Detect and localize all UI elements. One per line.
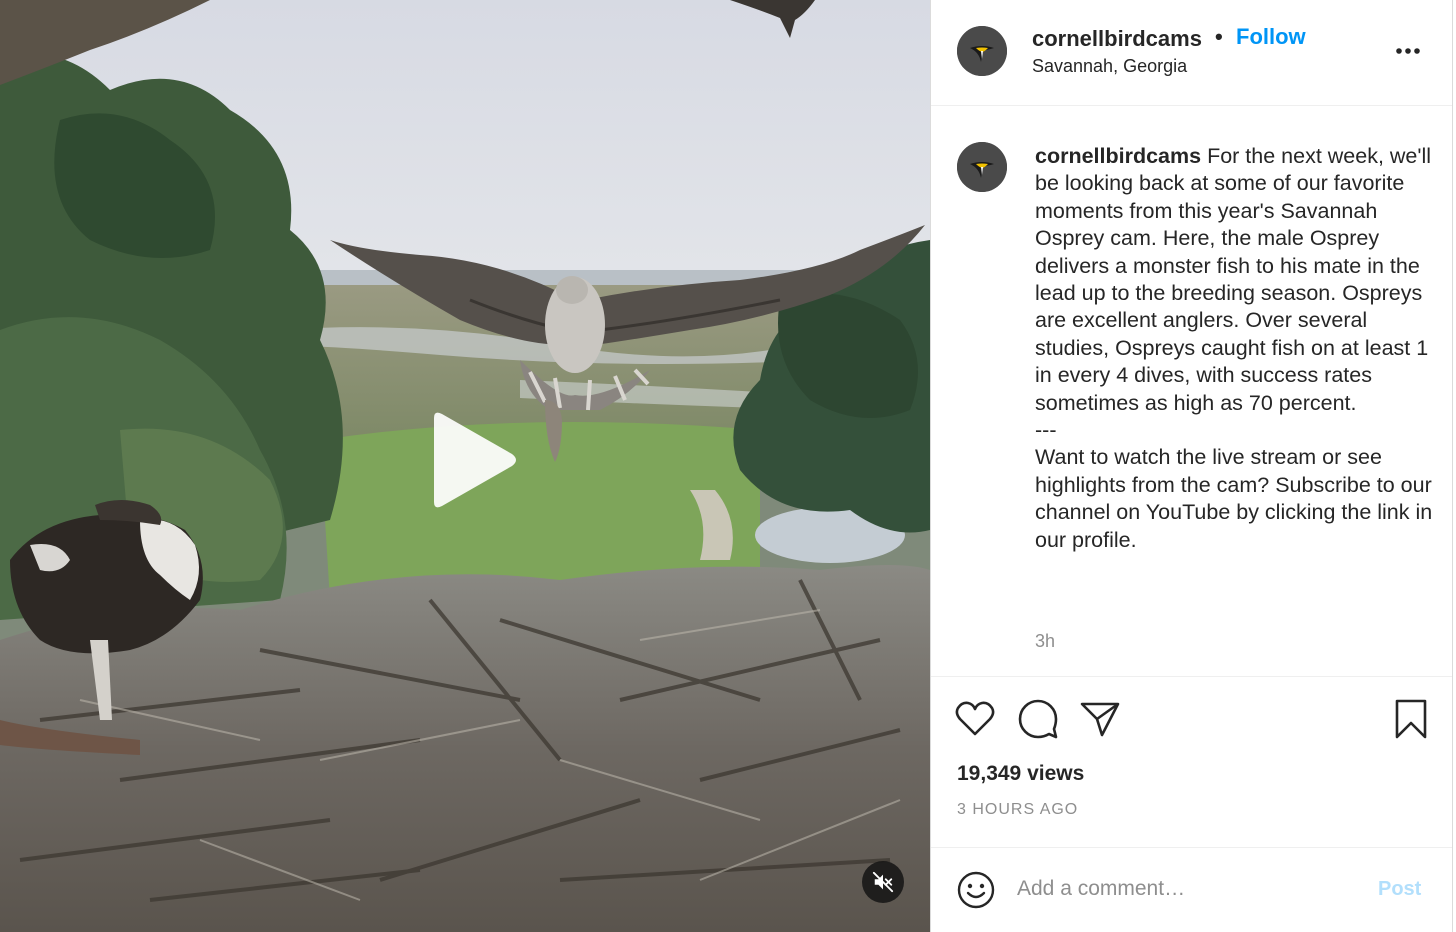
post-side-panel: cornellbirdcams • Follow Savannah, Georg… — [930, 0, 1453, 932]
action-bar — [931, 676, 1452, 756]
share-button[interactable] — [1078, 697, 1122, 741]
caption-username-link[interactable]: cornellbirdcams — [1035, 144, 1201, 168]
post-timestamp[interactable]: 3 HOURS AGO — [957, 801, 1078, 819]
view-count[interactable]: 19,349 views — [957, 762, 1084, 786]
paper-plane-icon — [1080, 702, 1120, 737]
comment-input[interactable] — [1017, 870, 1357, 908]
caption-text: cornellbirdcams For the next week, we'll… — [1035, 143, 1435, 554]
bookmark-icon — [1395, 699, 1427, 739]
header-username-link[interactable]: cornellbirdcams — [1032, 26, 1202, 52]
muted-speaker-icon — [872, 871, 894, 893]
heart-icon — [955, 701, 995, 736]
cornell-lab-logo-icon — [957, 142, 1007, 192]
emoji-button[interactable] — [955, 869, 997, 911]
caption-body: For the next week, we'll be looking back… — [1035, 144, 1433, 552]
location-link[interactable]: Savannah, Georgia — [1032, 56, 1187, 77]
post-comment-button[interactable]: Post — [1378, 878, 1421, 901]
play-button[interactable] — [415, 405, 525, 515]
post-header: cornellbirdcams • Follow Savannah, Georg… — [931, 0, 1452, 106]
caption-timestamp[interactable]: 3h — [1035, 631, 1055, 652]
comment-bubble-icon — [1018, 699, 1058, 739]
comment-bar: Post — [931, 847, 1452, 932]
mute-toggle-button[interactable] — [862, 861, 904, 903]
like-button[interactable] — [953, 697, 997, 741]
more-horizontal-icon — [1396, 48, 1420, 54]
save-button[interactable] — [1389, 697, 1433, 741]
caption-block: cornellbirdcams For the next week, we'll… — [931, 106, 1452, 676]
caption-avatar[interactable] — [957, 142, 1007, 192]
cornell-lab-logo-icon — [957, 26, 1007, 76]
comment-button[interactable] — [1016, 697, 1060, 741]
separator-dot: • — [1215, 24, 1223, 49]
more-options-button[interactable] — [1391, 36, 1425, 66]
video-player[interactable] — [0, 0, 930, 932]
smiley-face-icon — [957, 871, 995, 909]
follow-button[interactable]: Follow — [1236, 24, 1306, 50]
play-icon — [434, 412, 516, 508]
avatar[interactable] — [957, 26, 1007, 76]
